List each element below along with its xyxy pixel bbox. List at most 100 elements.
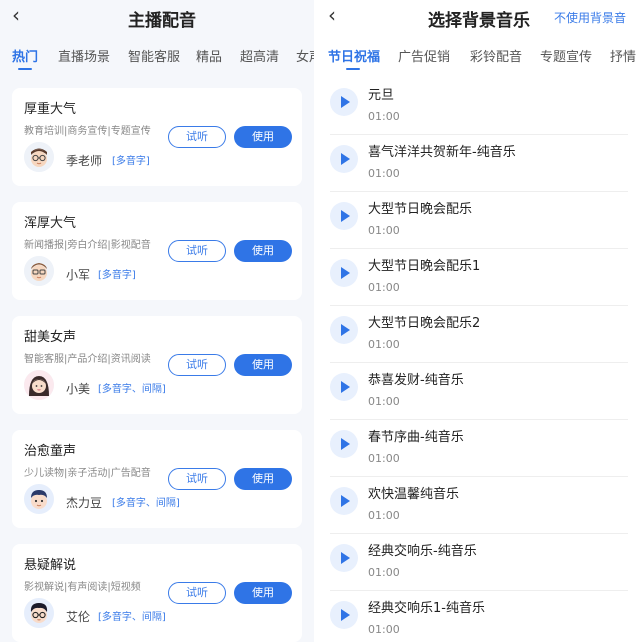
- tab-topic-promotion[interactable]: 专题宣传: [540, 46, 592, 65]
- song-duration: 01:00: [368, 452, 400, 465]
- song-duration: 01:00: [368, 281, 400, 294]
- list-item[interactable]: 春节序曲-纯音乐 01:00: [318, 420, 640, 477]
- voice-title: 甜美女声: [24, 330, 77, 345]
- song-name[interactable]: 喜气洋洋共贺新年-纯音乐: [368, 141, 516, 160]
- voice-features: [多音字]: [112, 156, 150, 167]
- tab-ringtone-dubbing[interactable]: 彩铃配音: [470, 46, 522, 65]
- no-background-music-link[interactable]: 不使用背景音: [554, 9, 626, 26]
- page-title: 主播配音: [128, 11, 196, 31]
- play-icon[interactable]: [330, 544, 358, 572]
- music-category-tabs: 节日祝福 广告促销 彩铃配音 专题宣传 抒情: [318, 44, 640, 74]
- song-name[interactable]: 经典交响乐1-纯音乐: [368, 597, 485, 616]
- song-duration: 01:00: [368, 566, 400, 579]
- voice-name: 艾伦: [66, 610, 91, 624]
- man-glasses-icon: [24, 256, 54, 286]
- song-name[interactable]: 大型节日晚会配乐1: [368, 255, 480, 274]
- use-button[interactable]: 使用: [234, 354, 292, 376]
- play-icon[interactable]: [330, 145, 358, 173]
- list-item[interactable]: 喜气洋洋共贺新年-纯音乐 01:00: [318, 135, 640, 192]
- tab-female-voice[interactable]: 女声: [296, 46, 314, 65]
- tab-hot[interactable]: 热门: [12, 46, 38, 65]
- tab-live-scene[interactable]: 直播场景: [58, 46, 110, 65]
- young-man-glasses-icon: [24, 598, 54, 628]
- play-icon[interactable]: [330, 259, 358, 287]
- list-item[interactable]: 恭喜发财-纯音乐 01:00: [318, 363, 640, 420]
- tab-festival-greetings[interactable]: 节日祝福: [328, 46, 380, 65]
- list-item[interactable]: 经典交响乐1-纯音乐 01:00: [318, 591, 640, 642]
- song-duration: 01:00: [368, 167, 400, 180]
- song-duration: 01:00: [368, 338, 400, 351]
- right-top-bar: ‹ 选择背景音乐 不使用背景音: [318, 0, 640, 34]
- list-item[interactable]: 欢快温馨纯音乐 01:00: [318, 477, 640, 534]
- try-listen-button[interactable]: 试听: [168, 354, 226, 376]
- play-icon[interactable]: [330, 202, 358, 230]
- use-button[interactable]: 使用: [234, 126, 292, 148]
- voice-tags: 新闻播报|旁白介绍|影视配音: [24, 240, 151, 251]
- tab-ad-promotion[interactable]: 广告促销: [398, 46, 450, 65]
- use-button[interactable]: 使用: [234, 468, 292, 490]
- left-top-bar: ‹ 主播配音: [0, 0, 314, 34]
- tab-smart-service[interactable]: 智能客服: [128, 46, 180, 65]
- play-icon[interactable]: [330, 601, 358, 629]
- song-name[interactable]: 大型节日晚会配乐: [368, 198, 472, 217]
- voice-features: [多音字、间隔]: [98, 384, 166, 395]
- song-duration: 01:00: [368, 509, 400, 522]
- list-item[interactable]: 大型节日晚会配乐 01:00: [318, 192, 640, 249]
- song-duration: 01:00: [368, 623, 400, 636]
- song-name[interactable]: 元旦: [368, 84, 394, 103]
- song-duration: 01:00: [368, 110, 400, 123]
- voice-features: [多音字、间隔]: [112, 498, 180, 509]
- voice-features: [多音字]: [98, 270, 136, 281]
- voice-category-tabs: 热门 直播场景 智能客服 精品 超高清 女声: [0, 44, 314, 74]
- voice-name: 小军: [66, 268, 91, 282]
- tab-lyrical[interactable]: 抒情: [610, 46, 636, 65]
- boy-icon: [24, 484, 54, 514]
- voice-card: 浑厚大气 新闻播报|旁白介绍|影视配音 试听 使用 小军 [多音字]: [12, 202, 302, 300]
- play-icon[interactable]: [330, 316, 358, 344]
- voice-name: 小美: [66, 382, 91, 396]
- tab-ultra-hd[interactable]: 超高清: [240, 46, 279, 65]
- woman-icon: [24, 370, 54, 400]
- try-listen-button[interactable]: 试听: [168, 582, 226, 604]
- use-button[interactable]: 使用: [234, 240, 292, 262]
- back-chevron-icon[interactable]: ‹: [328, 4, 336, 26]
- active-tab-indicator: [346, 68, 360, 70]
- voice-tags: 教育培训|商务宣传|专题宣传: [24, 126, 151, 137]
- voice-card: 厚重大气 教育培训|商务宣传|专题宣传 试听 使用 季老师 [多音字]: [12, 88, 302, 186]
- voice-dubbing-screen: ‹ 主播配音 热门 直播场景 智能客服 精品 超高清 女声 厚重大气 教育培训|…: [0, 0, 314, 642]
- active-tab-indicator: [18, 68, 32, 70]
- song-duration: 01:00: [368, 395, 400, 408]
- voice-card: 治愈童声 少儿读物|亲子活动|广告配音 试听 使用 杰力豆 [多音字、间隔]: [12, 430, 302, 528]
- list-item[interactable]: 经典交响乐-纯音乐 01:00: [318, 534, 640, 591]
- page-title: 选择背景音乐: [428, 11, 530, 31]
- play-icon[interactable]: [330, 373, 358, 401]
- song-name[interactable]: 春节序曲-纯音乐: [368, 426, 464, 445]
- song-name[interactable]: 欢快温馨纯音乐: [368, 483, 459, 502]
- voice-title: 浑厚大气: [24, 216, 77, 231]
- list-item[interactable]: 元旦 01:00: [318, 78, 640, 135]
- voice-card: 甜美女声 智能客服|产品介绍|资讯阅读 试听 使用 小美 [多音字、间隔]: [12, 316, 302, 414]
- list-item[interactable]: 大型节日晚会配乐1 01:00: [318, 249, 640, 306]
- play-icon[interactable]: [330, 487, 358, 515]
- use-button[interactable]: 使用: [234, 582, 292, 604]
- voice-card: 悬疑解说 影视解说|有声阅读|短视频 试听 使用 艾伦 [多音字、间隔]: [12, 544, 302, 642]
- try-listen-button[interactable]: 试听: [168, 126, 226, 148]
- voice-title: 厚重大气: [24, 102, 77, 117]
- list-item[interactable]: 大型节日晚会配乐2 01:00: [318, 306, 640, 363]
- voice-name: 杰力豆: [66, 496, 103, 510]
- voice-tags: 智能客服|产品介绍|资讯阅读: [24, 354, 151, 365]
- tab-premium[interactable]: 精品: [196, 46, 222, 65]
- voice-title: 治愈童声: [24, 444, 77, 459]
- voice-tags: 影视解说|有声阅读|短视频: [24, 582, 141, 593]
- play-icon[interactable]: [330, 430, 358, 458]
- voice-name: 季老师: [66, 154, 103, 168]
- voice-tags: 少儿读物|亲子活动|广告配音: [24, 468, 151, 479]
- play-icon[interactable]: [330, 88, 358, 116]
- man-glasses-icon: [24, 142, 54, 172]
- song-name[interactable]: 经典交响乐-纯音乐: [368, 540, 477, 559]
- try-listen-button[interactable]: 试听: [168, 468, 226, 490]
- song-name[interactable]: 大型节日晚会配乐2: [368, 312, 480, 331]
- song-name[interactable]: 恭喜发财-纯音乐: [368, 369, 464, 388]
- back-chevron-icon[interactable]: ‹: [12, 4, 20, 26]
- try-listen-button[interactable]: 试听: [168, 240, 226, 262]
